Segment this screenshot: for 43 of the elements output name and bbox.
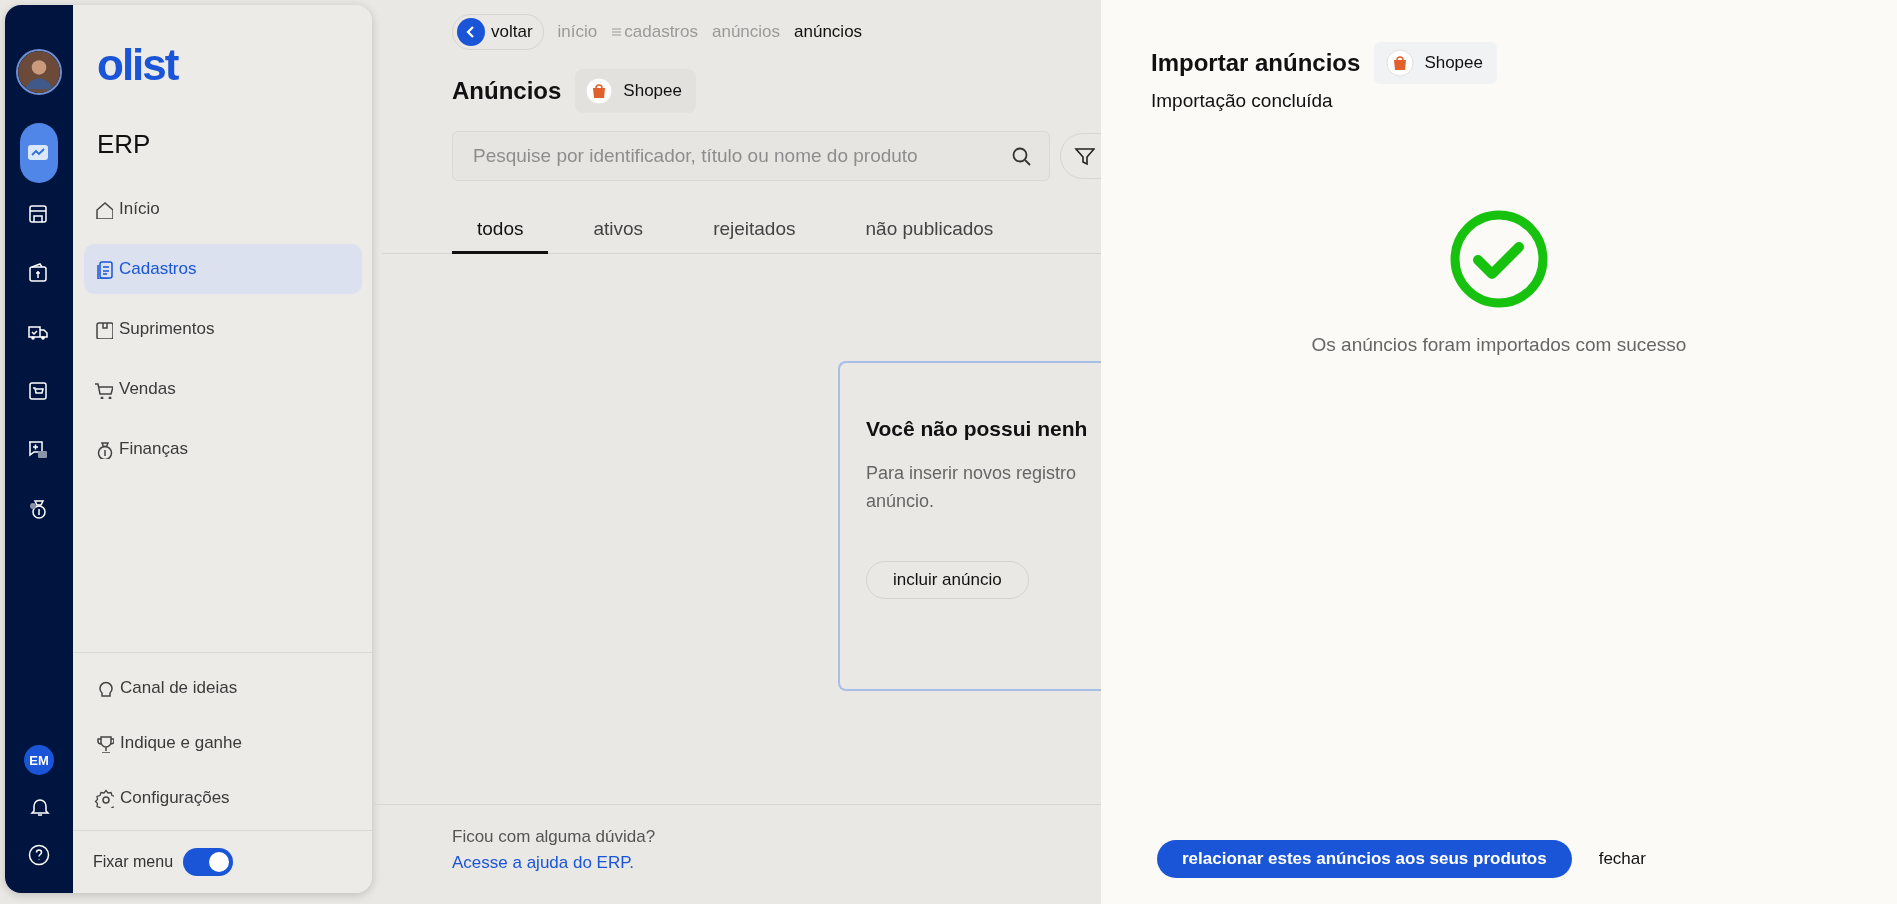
page-title: Anúncios	[452, 77, 562, 105]
tab[interactable]: não publicados	[840, 207, 1019, 254]
sidebar-item[interactable]: Configurações	[94, 775, 230, 820]
chevron-left-icon	[457, 18, 485, 46]
channel-badge: Shopee	[1374, 42, 1497, 84]
help-question: Ficou com alguma dúvida?	[452, 827, 657, 847]
sidebar-item[interactable]: Finanças	[84, 424, 362, 474]
close-button[interactable]: fechar	[1593, 849, 1651, 869]
olist-logo: olist	[97, 43, 178, 87]
sidebar-item[interactable]: Início	[84, 184, 362, 234]
help-icon[interactable]	[27, 843, 51, 867]
success-check-icon	[1450, 210, 1548, 308]
success-message: Os anúncios foram importados com sucesso	[1311, 334, 1687, 356]
tab[interactable]: rejeitados	[688, 207, 821, 254]
toggle-label: Fixar menu	[93, 853, 174, 871]
sidebar-item[interactable]: Cadastros	[84, 244, 362, 294]
empty-state-text: Para inserir novos registro anúncio.	[866, 462, 1078, 513]
shopping-bag-icon	[1386, 49, 1415, 77]
search-icon	[1010, 145, 1032, 167]
empty-state-title: Você não possui nenh	[866, 417, 1089, 441]
app-switcher-button[interactable]	[20, 123, 58, 183]
breadcrumb-current: anúncios	[794, 22, 863, 42]
user-avatar[interactable]: EM	[24, 745, 54, 775]
shopping-bag-icon	[585, 77, 614, 105]
box-icon	[93, 319, 113, 339]
channel-badge: Shopee	[575, 69, 696, 113]
sidebar-item[interactable]: Vendas	[84, 364, 362, 414]
sidebar-item[interactable]: Indique e ganhe	[94, 720, 242, 765]
house-icon	[93, 199, 113, 219]
panel-subtitle: Importação concluída	[1151, 90, 1334, 112]
search-field[interactable]: Pesquise por identificador, título ou nome do produto	[452, 131, 1050, 181]
avatar	[16, 49, 62, 95]
toggle-switch[interactable]	[183, 848, 234, 876]
funnel-icon	[1073, 145, 1095, 167]
link-products-button[interactable]: relacionar estes anúncios aos seus produtos	[1157, 840, 1572, 878]
tab[interactable]: todos	[452, 207, 549, 254]
gear-icon	[94, 787, 114, 808]
sidebar-item[interactable]: Suprimentos	[84, 304, 362, 354]
panel-title: Importar anúncios	[1151, 49, 1361, 77]
sidebar-item[interactable]: Canal de ideias	[94, 665, 238, 710]
tab[interactable]: ativos	[568, 207, 669, 254]
section-title: ERP	[97, 129, 151, 160]
help-link[interactable]: Acesse a ajuda do ERP.	[452, 853, 635, 873]
